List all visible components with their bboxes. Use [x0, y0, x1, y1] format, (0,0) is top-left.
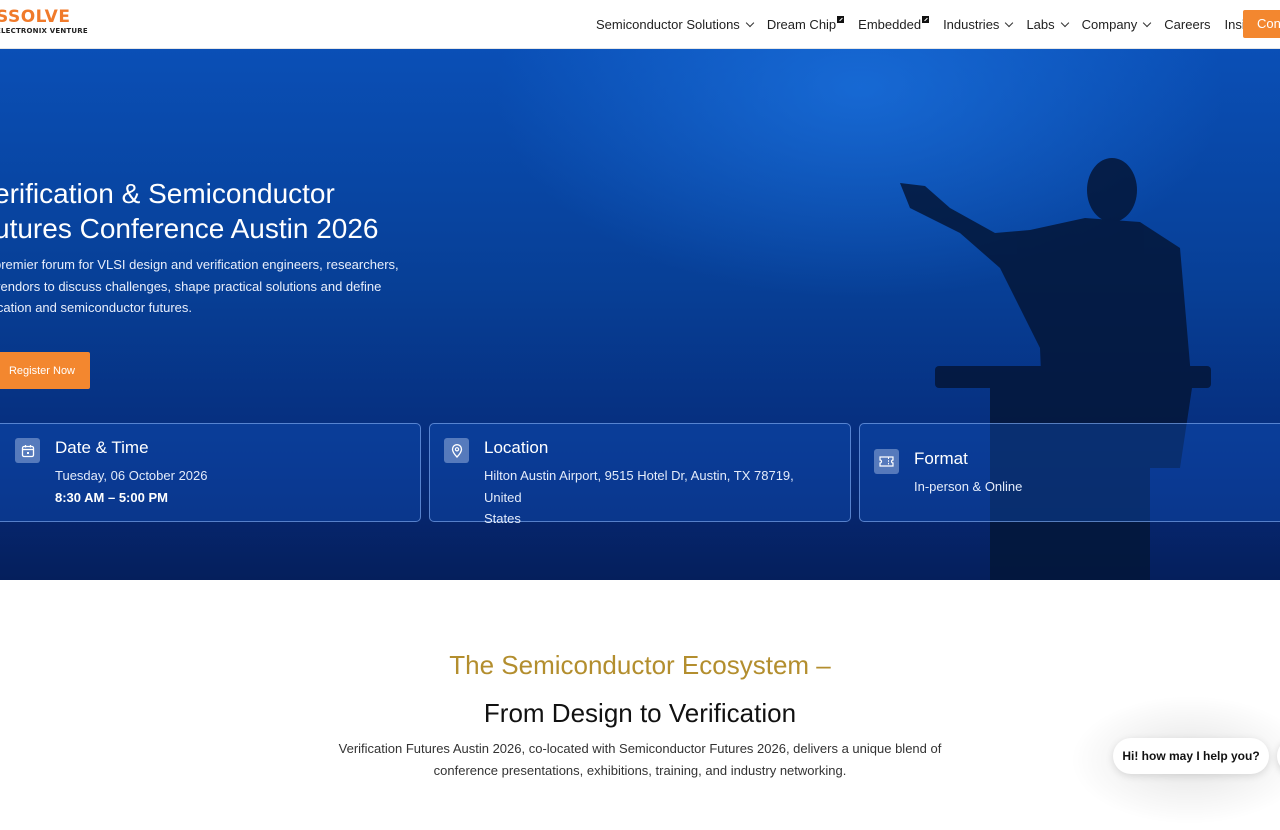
card-title: Location	[484, 438, 549, 457]
card-title: Format	[914, 449, 968, 468]
section-description: Verification Futures Austin 2026, co-loc…	[322, 738, 958, 782]
logo-tagline: ELECTRONIX VENTURE	[0, 27, 88, 35]
event-address: Hilton Austin Airport, 9515 Hotel Dr, Au…	[484, 465, 834, 530]
nav-item-industries[interactable]: Industries	[943, 16, 1014, 32]
event-date: Tuesday, 06 October 2026	[55, 468, 208, 483]
chevron-down-icon	[745, 18, 755, 27]
chevron-down-icon	[1060, 18, 1069, 27]
nav-label: Embedded	[858, 16, 922, 32]
external-link-icon	[837, 16, 845, 23]
hero-banner: erification & Semiconductor utures Confe…	[0, 48, 1280, 580]
event-time: 8:30 AM – 5:00 PM	[55, 490, 168, 505]
format-card: Format In-person & Online	[859, 423, 1280, 522]
nav-label: Company	[1081, 16, 1138, 32]
chat-greeting-bubble[interactable]: Hi! how may I help you?	[1113, 738, 1269, 774]
conference-title: erification & Semiconductor utures Confe…	[0, 176, 454, 246]
description-line: premier forum for VLSI design and verifi…	[0, 257, 399, 272]
company-logo[interactable]: SSOLVE ELECTRONIX VENTURE	[0, 8, 88, 35]
nav-label: Industries	[943, 16, 1000, 32]
nav-item-semiconductor-solutions[interactable]: Semiconductor Solutions	[596, 16, 755, 32]
nav-label: Careers	[1164, 16, 1211, 32]
address-line: Hilton Austin Airport, 9515 Hotel Dr, Au…	[484, 468, 794, 505]
nav-item-labs[interactable]: Labs	[1026, 16, 1069, 32]
external-link-icon	[922, 16, 930, 23]
logo-wordmark: SSOLVE	[0, 7, 71, 27]
date-time-card: Date & Time Tuesday, 06 October 2026 8:3…	[0, 423, 421, 522]
chevron-down-icon	[1143, 18, 1152, 27]
calendar-icon	[15, 438, 40, 463]
title-line: erification & Semiconductor	[0, 178, 335, 209]
section-description-line: Verification Futures Austin 2026, co-loc…	[338, 741, 942, 756]
section-description-line: conference presentations, exhibitions, t…	[433, 763, 847, 778]
nav-label: Labs	[1026, 16, 1055, 32]
top-navbar: SSOLVE ELECTRONIX VENTURE Semiconductor …	[0, 0, 1280, 49]
location-card: Location Hilton Austin Airport, 9515 Hot…	[429, 423, 851, 526]
event-format: In-person & Online	[914, 479, 1023, 494]
contact-button[interactable]: Con	[1243, 10, 1280, 38]
nav-item-careers[interactable]: Careers	[1164, 17, 1210, 32]
section-title-ecosystem: The Semiconductor Ecosystem –	[449, 650, 831, 680]
description-line: vendors to discuss challenges, shape pra…	[0, 278, 382, 294]
card-title: Date & Time	[55, 438, 149, 457]
nav-item-dream-chip[interactable]: Dream Chip	[766, 16, 845, 32]
register-now-button[interactable]: Register Now	[0, 352, 90, 389]
ticket-icon	[874, 449, 899, 474]
conference-description: premier forum for VLSI design and verifi…	[0, 254, 424, 319]
address-line: States	[484, 511, 521, 526]
description-line: ication and semiconductor futures.	[0, 300, 192, 315]
nav-label: Semiconductor Solutions	[596, 16, 740, 32]
nav-item-embedded[interactable]: Embedded	[858, 16, 930, 32]
location-pin-icon	[444, 438, 469, 463]
chevron-down-icon	[1005, 18, 1014, 27]
nav-item-company[interactable]: Company	[1081, 16, 1152, 32]
title-line: utures Conference Austin 2026	[0, 213, 379, 244]
nav-label: Dream Chip	[766, 16, 837, 32]
main-menu: Semiconductor Solutions Dream Chip Embed…	[596, 0, 1280, 48]
